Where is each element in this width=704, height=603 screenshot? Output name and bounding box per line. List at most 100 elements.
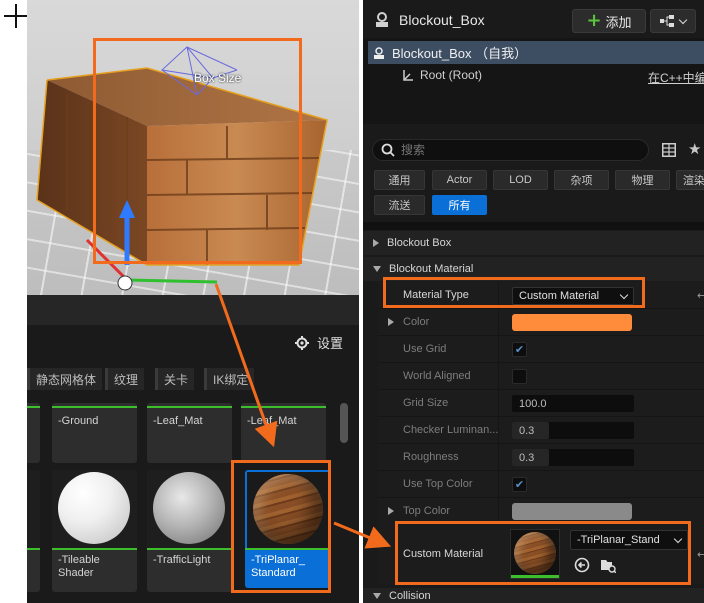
filter-misc[interactable]: 杂项 (554, 170, 609, 190)
prop-use-top-color: Use Top Color ✔ (378, 471, 704, 498)
tree-item-root[interactable]: Root (Root) (401, 68, 482, 82)
settings-label: 设置 (317, 336, 344, 351)
filter-general[interactable]: 通用 (374, 170, 425, 190)
prop-label: Grid Size (403, 397, 449, 409)
add-label: 添加 (605, 15, 632, 31)
component-tree[interactable]: Blockout_Box （自我） Root (Root) 在C++中编 (363, 38, 704, 124)
content-browser-scrollbar[interactable] (340, 403, 348, 443)
chevron-right-icon[interactable] (388, 318, 394, 326)
settings-button[interactable]: 设置 (295, 333, 343, 352)
edit-in-cpp-link[interactable]: 在C++中编 (648, 69, 704, 86)
section-divider (363, 222, 704, 230)
category-blockout-material[interactable]: Blockout Material (363, 257, 704, 281)
tree-item-self[interactable]: Blockout_Box （自我） (368, 41, 704, 64)
asset-tile-triplanar-standard[interactable]: -TriPlanar_ Standard (245, 470, 330, 588)
reset-arrow-icon[interactable]: ⟵ (697, 289, 704, 302)
use-top-color-checkbox[interactable]: ✔ (512, 477, 527, 492)
material-preview-wood-sphere (514, 532, 556, 574)
prop-label: Use Top Color (403, 478, 473, 490)
filter-texture[interactable]: 纹理 (105, 368, 145, 390)
asset-label: -Ground (58, 415, 99, 427)
prop-custom-material: Custom Material -TriPlanar_Stand (378, 520, 704, 584)
filter-label: IK绑定 (213, 372, 249, 387)
actor-blueprint-icon (376, 12, 388, 27)
prop-world-aligned: World Aligned (378, 363, 704, 390)
asset-tile-tileable-shader[interactable]: -Tileable Shader (52, 470, 137, 592)
category-label: Blockout Box (387, 237, 452, 249)
details-title: Blockout_Box (399, 12, 485, 28)
filter-physics[interactable]: 物理 (615, 170, 670, 190)
category-collision[interactable]: Collision (363, 588, 704, 603)
asset-tile-leaf-mat[interactable]: -Leaf_Mat (147, 403, 232, 463)
material-preview-white-sphere (58, 472, 130, 544)
add-component-button[interactable]: + 添加 (572, 9, 646, 33)
grid-size-field[interactable]: 100.0 (512, 395, 634, 412)
asset-label: -Leaf_Mat (153, 415, 203, 427)
category-blockout-box[interactable]: Blockout Box (363, 231, 704, 255)
content-browser[interactable]: 设置 静态网格体 纹理 关卡 IK绑定 -Ground -Leaf_Mat -L… (27, 295, 359, 603)
search-input[interactable] (401, 143, 601, 157)
blockout-box-mesh[interactable] (27, 0, 359, 295)
chevron-down-icon (373, 266, 381, 272)
chevron-right-icon[interactable] (388, 507, 394, 515)
custom-material-dropdown[interactable]: -TriPlanar_Stand (570, 530, 688, 550)
dropdown-value: Custom Material (519, 290, 600, 302)
filter-static-mesh[interactable]: 静态网格体 (27, 368, 103, 390)
filter-ik-rig[interactable]: IK绑定 (204, 368, 255, 390)
asset-tile-traffic-light[interactable]: -TrafficLight (147, 470, 232, 592)
asset-tile-partial[interactable] (27, 470, 40, 592)
details-panel[interactable]: Blockout_Box + 添加 Blockout_Box （自我） Root… (363, 0, 704, 603)
prop-label: Use Grid (403, 343, 447, 355)
star-icon[interactable]: ★ (688, 140, 701, 158)
blueprint-options-button[interactable] (650, 9, 696, 33)
prop-label: Roughness (403, 451, 459, 463)
crosshair-cursor-icon (4, 4, 28, 28)
filter-rendering[interactable]: 渲染 (676, 170, 704, 190)
prop-use-grid: Use Grid ✔ (378, 336, 704, 363)
reset-arrow-icon[interactable]: ⟵ (697, 548, 704, 561)
material-type-dropdown[interactable]: Custom Material (512, 287, 634, 305)
top-color-swatch[interactable] (512, 503, 632, 520)
prop-label: World Aligned (403, 370, 471, 382)
prop-label: Color (403, 316, 430, 328)
roughness-slider[interactable]: 0.3 (512, 449, 634, 466)
color-swatch[interactable] (512, 314, 632, 331)
prop-label: Material Type (403, 289, 469, 301)
use-grid-checkbox[interactable]: ✔ (512, 342, 527, 357)
filter-actor[interactable]: Actor (432, 170, 487, 190)
chevron-down-icon (673, 534, 683, 543)
actor-icon (374, 46, 384, 59)
filter-label: 纹理 (114, 372, 139, 387)
asset-label: -Leaf_Mat (247, 415, 297, 427)
filter-lod[interactable]: LOD (493, 170, 548, 190)
asset-tile-ground[interactable]: -Ground (52, 403, 137, 463)
prop-grid-size: Grid Size 100.0 (378, 390, 704, 417)
filter-level[interactable]: 关卡 (155, 368, 195, 390)
filter-streaming[interactable]: 流送 (374, 195, 425, 215)
material-preview-wood-sphere (253, 474, 323, 544)
asset-tile-leaf-mat-2[interactable]: -Leaf_Mat (241, 403, 326, 463)
scene-component-icon (403, 70, 413, 81)
checker-luminance-slider[interactable]: 0.3 (512, 422, 634, 439)
level-viewport[interactable]: Box Size (27, 0, 359, 295)
box-size-label: Box Size (194, 71, 242, 85)
field-value: 0.3 (519, 424, 535, 437)
table-view-icon[interactable] (662, 143, 676, 157)
browse-folder-icon[interactable] (600, 557, 616, 573)
gear-icon (295, 335, 309, 350)
use-selected-icon[interactable] (574, 557, 590, 573)
details-search-box[interactable] (372, 139, 649, 161)
asset-tile-ground[interactable] (27, 403, 40, 463)
prop-checker-luminance: Checker Luminan... 0.3 (378, 417, 704, 444)
category-label: Collision (389, 590, 431, 602)
custom-material-thumbnail[interactable] (510, 529, 560, 579)
tree-item-label: Blockout_Box （自我） (392, 46, 528, 61)
filter-label: 关卡 (164, 372, 189, 387)
filter-all[interactable]: 所有 (432, 195, 487, 215)
plus-icon: + (586, 10, 602, 31)
world-aligned-checkbox[interactable] (512, 369, 527, 384)
field-value: 0.3 (519, 451, 535, 464)
dropdown-value: -TriPlanar_Stand (577, 534, 660, 546)
chevron-down-icon (373, 593, 381, 599)
content-browser-top-strip (27, 295, 359, 325)
